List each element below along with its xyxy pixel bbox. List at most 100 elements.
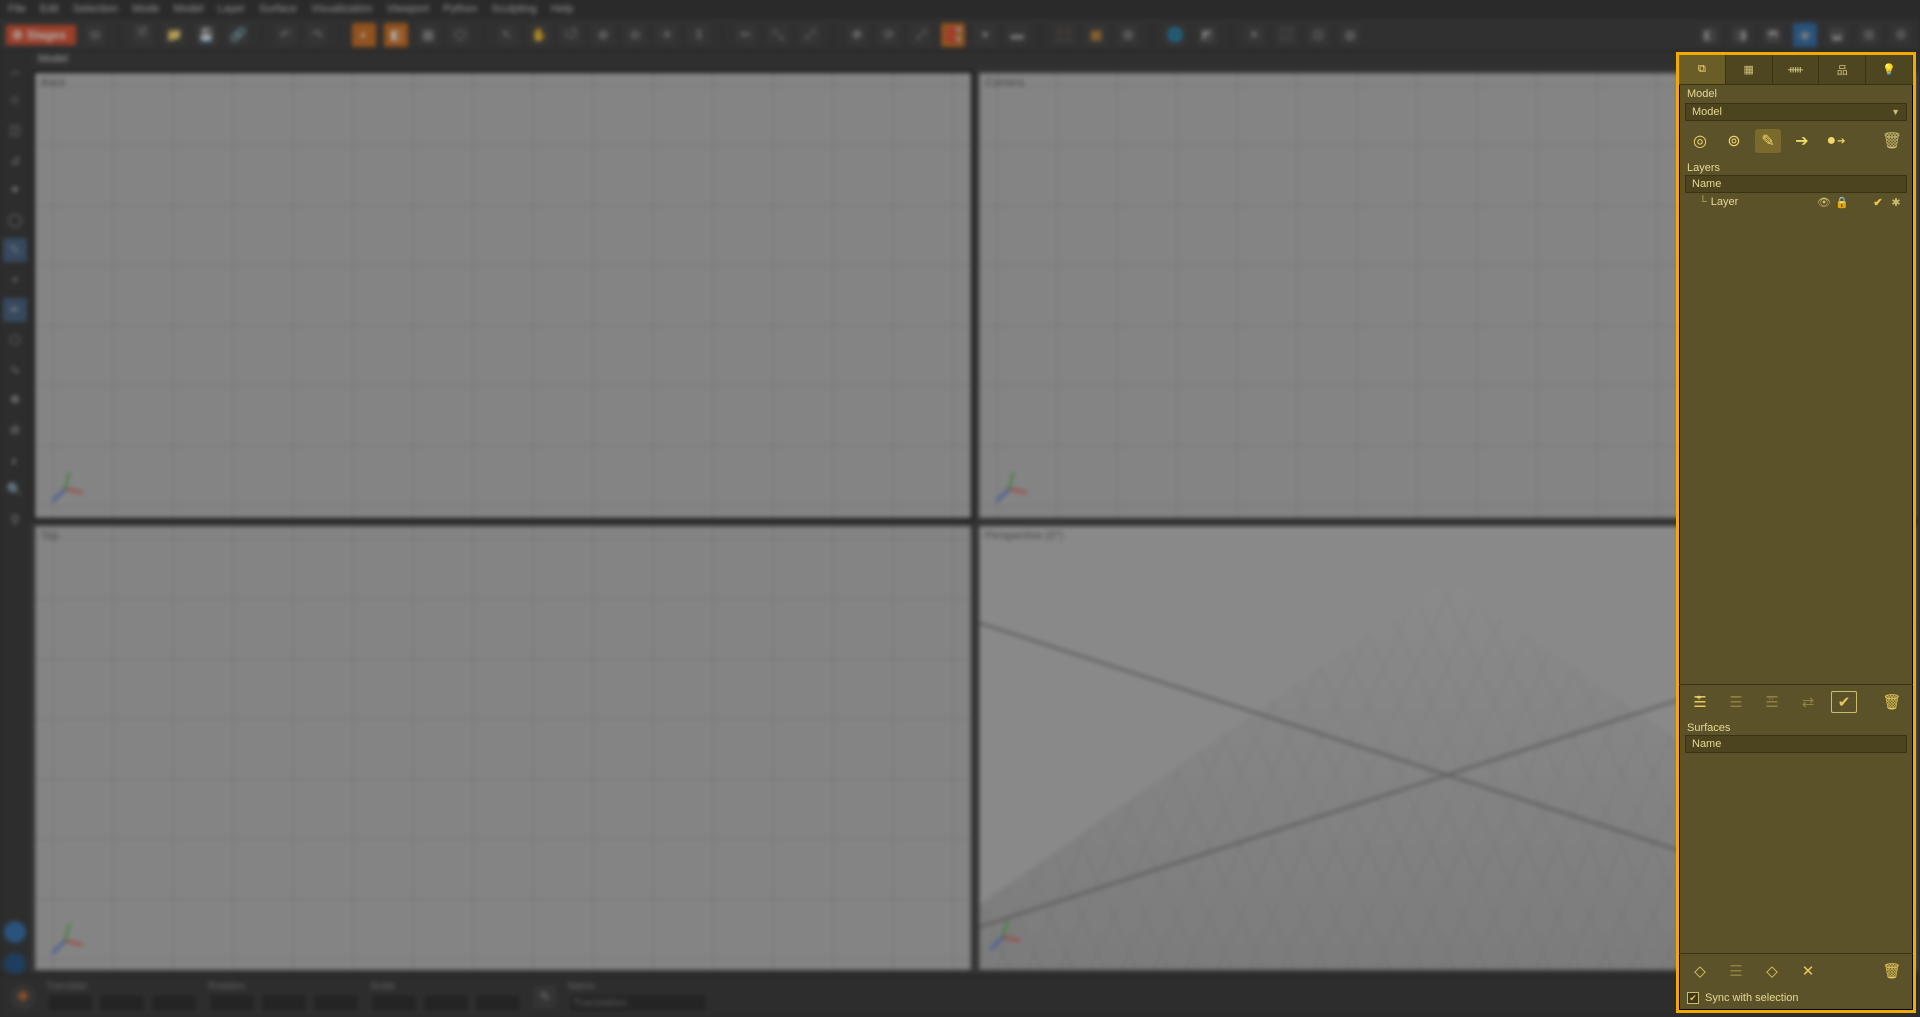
link-icon[interactable]: 🔗 — [225, 22, 251, 48]
apply-icon[interactable]: ✎ — [532, 984, 558, 1010]
edit-tool-icon[interactable]: ⤡ — [765, 22, 791, 48]
more-icon[interactable]: ▬ — [1004, 22, 1030, 48]
tab-pose[interactable]: ᚔ — [1773, 55, 1820, 84]
import-button[interactable] — [1789, 129, 1815, 153]
delete-surface-button[interactable] — [1879, 960, 1905, 982]
menu-visualization[interactable]: Visualization — [311, 3, 373, 15]
panel-toggle-icon[interactable]: ⬒ — [1760, 22, 1786, 48]
toolbar-btn[interactable]: ⧉ — [82, 22, 108, 48]
menu-layer[interactable]: Layer — [217, 3, 245, 15]
name-input[interactable] — [568, 993, 708, 1013]
panel-toggle-icon[interactable]: ◨ — [1728, 22, 1754, 48]
tab-model[interactable]: ⧉ — [1679, 55, 1726, 84]
sync-selection-checkbox[interactable]: ✔ Sync with selection — [1679, 988, 1913, 1010]
surface-tool-a-button[interactable] — [1687, 960, 1713, 982]
menu-python[interactable]: Python — [443, 3, 477, 15]
tool-icon[interactable]: ✦ — [3, 178, 27, 202]
tool-icon[interactable]: ⊹ — [3, 88, 27, 112]
tool-icon[interactable]: ☀ — [1241, 22, 1267, 48]
zoom-in-icon[interactable]: ⊕ — [590, 22, 616, 48]
surface-shuffle-button[interactable] — [1795, 960, 1821, 982]
rotate-icon[interactable]: ⟳ — [876, 22, 902, 48]
menu-mode[interactable]: Mode — [132, 3, 160, 15]
snap-icon[interactable]: 🧲 — [940, 22, 966, 48]
tab-light[interactable]: 💡 — [1866, 55, 1913, 84]
edit-tool-icon[interactable]: ✏ — [733, 22, 759, 48]
tool-icon[interactable]: ◐ — [3, 448, 27, 472]
menu-selection[interactable]: Selection — [73, 3, 118, 15]
transform-icon[interactable]: ✥ — [10, 984, 36, 1010]
panel-toggle-icon[interactable]: ⚙ — [1888, 22, 1914, 48]
scale-x-input[interactable] — [370, 993, 418, 1013]
hand-icon[interactable]: ✋ — [526, 22, 552, 48]
layer-down-button[interactable] — [1723, 691, 1749, 713]
panel-toggle-icon[interactable]: ◆ — [1792, 22, 1818, 48]
globe-icon[interactable]: 🌐 — [1162, 22, 1188, 48]
tool-icon[interactable]: ❖ — [3, 388, 27, 412]
tool-icon[interactable]: ⊡ — [1305, 22, 1331, 48]
viewport-top[interactable]: Top — [34, 525, 972, 972]
export-button[interactable] — [1823, 129, 1849, 153]
tool-icon[interactable]: ◫ — [3, 118, 27, 142]
save-icon[interactable]: 💾 — [193, 22, 219, 48]
grid-icon[interactable]: ▦ — [1083, 22, 1109, 48]
tool-icon[interactable]: ∿ — [3, 358, 27, 382]
tool-icon[interactable]: ◯ — [3, 208, 27, 232]
mode-c-icon[interactable]: ▦ — [415, 22, 441, 48]
menu-file[interactable]: File — [8, 3, 26, 15]
select-icon[interactable]: ↖ — [494, 22, 520, 48]
tool-icon[interactable]: ✈ — [654, 22, 680, 48]
surface-tool-c-button[interactable] — [1759, 960, 1785, 982]
mode-a-icon[interactable]: ◐ — [351, 22, 377, 48]
hierarchy-icon[interactable]: ⸬ — [1051, 22, 1077, 48]
color-a-icon[interactable] — [4, 921, 26, 943]
scale-icon[interactable]: ⤢ — [908, 22, 934, 48]
rotate-x-input[interactable] — [208, 993, 256, 1013]
panel-toggle-icon[interactable]: ◧ — [1696, 22, 1722, 48]
lock-icon[interactable]: 🔒 — [1833, 196, 1851, 209]
tool-icon[interactable]: ✎ — [3, 238, 27, 262]
edit-tool-icon[interactable]: ⤢ — [797, 22, 823, 48]
check-icon[interactable]: ✔ — [1869, 196, 1887, 209]
open-icon[interactable]: 📁 — [161, 22, 187, 48]
menu-surface[interactable]: Surface — [259, 3, 297, 15]
merge-layer-button[interactable] — [1795, 691, 1821, 713]
tool-icon[interactable]: ⌖ — [3, 268, 27, 292]
menu-viewport[interactable]: Viewport — [386, 3, 429, 15]
new-icon[interactable]: 🗎 — [129, 22, 155, 48]
mode-b-icon[interactable]: ◧ — [383, 22, 409, 48]
layer-row[interactable]: └ Layer 👁 🔒 ✔ ✱ — [1685, 193, 1907, 211]
zoom-out-icon[interactable]: ⊖ — [622, 22, 648, 48]
menu-help[interactable]: Help — [551, 3, 574, 15]
translate-z-input[interactable] — [150, 993, 198, 1013]
scale-y-input[interactable] — [422, 993, 470, 1013]
select-all-layers-button[interactable] — [1831, 691, 1857, 713]
orbit-icon[interactable]: ⭯ — [558, 22, 584, 48]
tab-scene[interactable]: 品 — [1819, 55, 1866, 84]
pin-icon[interactable]: ✱ — [1887, 196, 1905, 209]
panel-toggle-icon[interactable]: ⊞ — [1856, 22, 1882, 48]
tool-icon[interactable]: ⛶ — [1273, 22, 1299, 48]
color-b-icon[interactable] — [4, 953, 26, 975]
move-icon[interactable]: ✥ — [844, 22, 870, 48]
delete-layer-button[interactable] — [1879, 691, 1905, 713]
visibility-icon[interactable]: 👁 — [1815, 196, 1833, 209]
surface-tool-b-button[interactable] — [1723, 960, 1749, 982]
add-target-button[interactable] — [1687, 129, 1713, 153]
menu-model[interactable]: Model — [174, 3, 204, 15]
delete-button[interactable] — [1879, 129, 1905, 153]
tool-icon[interactable]: ⬡ — [3, 328, 27, 352]
model-dropdown[interactable]: Model ▼ — [1685, 103, 1907, 121]
more-icon[interactable]: ▾ — [972, 22, 998, 48]
translate-y-input[interactable] — [98, 993, 146, 1013]
undo-icon[interactable]: ↶ — [272, 22, 298, 48]
layer-up-button[interactable] — [1759, 691, 1785, 713]
stage-badge[interactable]: Stages — [6, 25, 76, 45]
tool-icon[interactable]: ↔ — [3, 58, 27, 82]
tool-icon[interactable]: 🔍 — [3, 478, 27, 502]
rotate-z-input[interactable] — [312, 993, 360, 1013]
redo-icon[interactable]: ↷ — [304, 22, 330, 48]
tool-icon[interactable]: ⊿ — [3, 148, 27, 172]
viewport-back[interactable]: Back — [34, 72, 972, 519]
menu-edit[interactable]: Edit — [40, 3, 59, 15]
